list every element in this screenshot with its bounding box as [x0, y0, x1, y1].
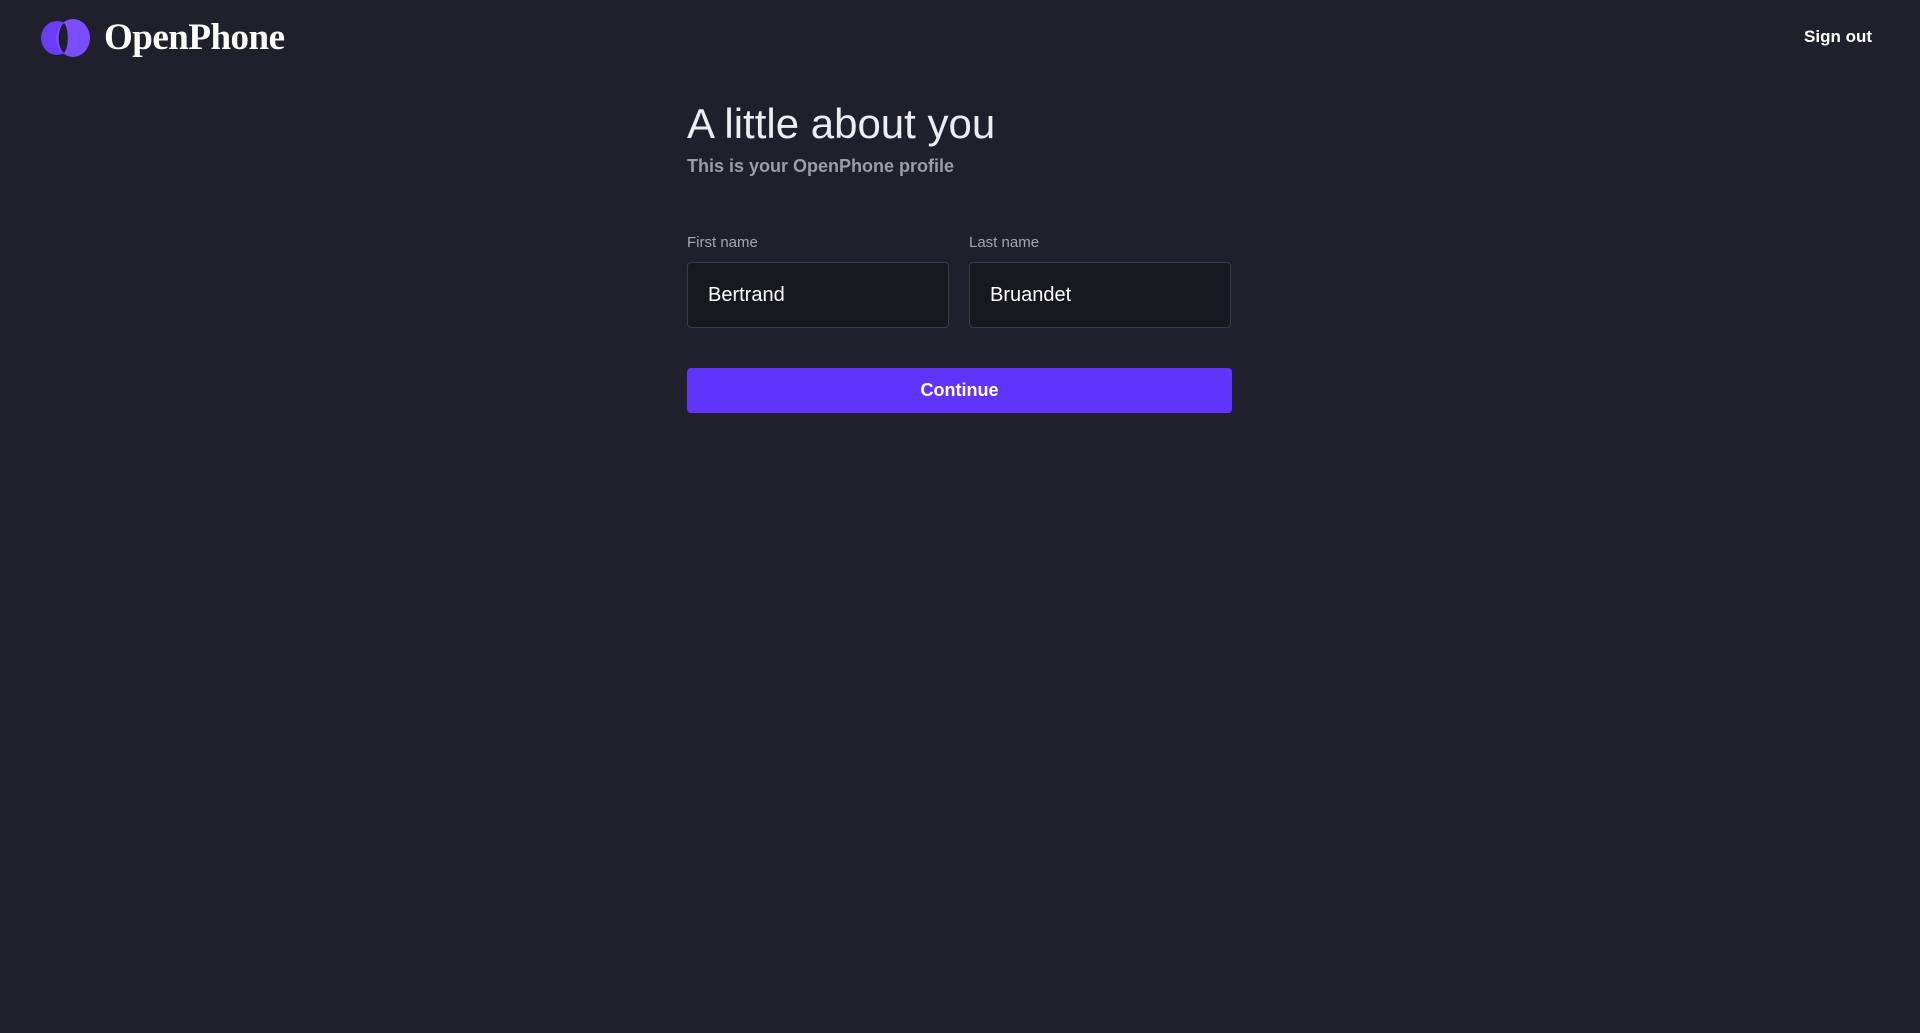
- openphone-logo-icon: [41, 19, 90, 57]
- logo-text: OpenPhone: [104, 17, 285, 58]
- logo[interactable]: OpenPhone: [40, 18, 285, 58]
- last-name-label: Last name: [969, 234, 1040, 251]
- name-fields: First name Last name: [687, 234, 1233, 328]
- page-title: A little about you: [687, 100, 996, 147]
- header: OpenPhone Sign out: [0, 0, 1920, 78]
- first-name-input[interactable]: [687, 262, 949, 328]
- last-name-group: Last name: [969, 234, 1231, 328]
- last-name-input[interactable]: [969, 262, 1231, 328]
- sign-out-button[interactable]: Sign out: [1804, 27, 1872, 47]
- continue-button[interactable]: Continue: [687, 368, 1232, 413]
- profile-form: A little about you This is your OpenPhon…: [687, 98, 1233, 413]
- first-name-group: First name: [687, 234, 949, 328]
- first-name-label: First name: [687, 234, 758, 251]
- page-subtitle: This is your OpenPhone profile: [687, 156, 955, 176]
